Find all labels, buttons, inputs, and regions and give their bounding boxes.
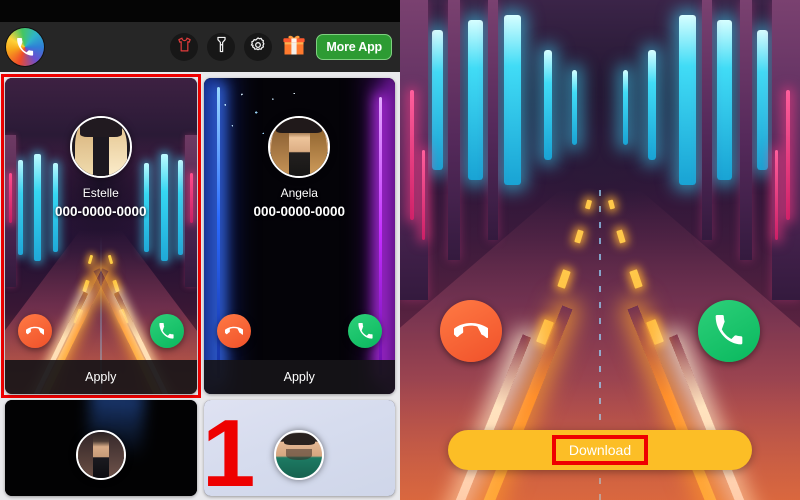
contact-name: Estelle bbox=[82, 186, 119, 200]
app-toolbar: More App bbox=[0, 22, 400, 72]
screenshot-root: More App Estelle 000-0000-0000 Apply Ang… bbox=[0, 0, 800, 500]
neon-tube bbox=[623, 70, 628, 145]
corridor-pillar bbox=[740, 0, 752, 260]
avatar bbox=[75, 430, 126, 480]
theme-card-angela[interactable]: Angela 000-0000-0000 Apply bbox=[203, 78, 395, 394]
pink-led bbox=[410, 90, 414, 220]
status-bar bbox=[0, 0, 400, 22]
decline-call-button[interactable] bbox=[18, 314, 52, 348]
pink-led bbox=[775, 150, 778, 240]
tshirt-button[interactable] bbox=[170, 33, 199, 61]
neon-tube bbox=[432, 30, 443, 170]
neon-tube bbox=[544, 50, 552, 160]
avatar-portrait bbox=[77, 432, 124, 478]
avatar bbox=[268, 116, 331, 178]
phone-answer-icon bbox=[159, 322, 174, 339]
neon-tube bbox=[757, 30, 768, 170]
avatar bbox=[274, 430, 325, 480]
theme-card-body[interactable] bbox=[5, 400, 197, 496]
corridor-pillar bbox=[702, 0, 712, 240]
contact-number: 000-0000-0000 bbox=[253, 204, 346, 219]
phone-hangup-icon bbox=[26, 326, 44, 335]
gift-icon bbox=[282, 33, 306, 62]
contact-name: Angela bbox=[280, 186, 318, 200]
corridor-preview-artwork bbox=[400, 0, 800, 500]
avatar-portrait bbox=[71, 118, 130, 176]
floor-glow bbox=[400, 350, 800, 500]
avatar bbox=[69, 116, 132, 178]
tshirt-icon bbox=[176, 36, 193, 58]
neon-tube bbox=[468, 20, 483, 180]
accept-call-button[interactable] bbox=[348, 314, 382, 348]
theme-card-body[interactable]: Angela 000-0000-0000 Apply bbox=[203, 78, 395, 394]
step-1-annotation: 1 bbox=[202, 400, 256, 500]
corridor-pillar bbox=[488, 0, 498, 240]
decline-call-button[interactable] bbox=[440, 300, 502, 362]
phone-hangup-icon bbox=[454, 323, 488, 339]
apply-button[interactable]: Apply bbox=[5, 360, 197, 394]
phone-answer-icon bbox=[357, 322, 373, 339]
avatar-portrait bbox=[270, 118, 329, 176]
download-highlight-box bbox=[552, 435, 648, 465]
theme-preview-panel: Download 2 bbox=[400, 0, 800, 500]
avatar-portrait bbox=[276, 432, 323, 478]
phone-answer-icon bbox=[715, 315, 743, 345]
theme-card-estelle[interactable]: Estelle 000-0000-0000 Apply bbox=[1, 74, 201, 398]
flashlight-button[interactable] bbox=[207, 33, 236, 61]
neon-tube bbox=[572, 70, 577, 145]
app-gallery-panel: More App Estelle 000-0000-0000 Apply Ang… bbox=[0, 0, 400, 500]
toolbar-icon-group: More App bbox=[170, 33, 392, 61]
pink-led bbox=[786, 90, 790, 220]
gear-icon bbox=[249, 36, 267, 59]
logo-handset-glyph bbox=[6, 28, 44, 66]
accept-call-button[interactable] bbox=[698, 300, 760, 362]
apply-button[interactable]: Apply bbox=[203, 360, 395, 394]
neon-tube bbox=[648, 50, 656, 160]
decline-call-button[interactable] bbox=[216, 314, 251, 348]
phone-hangup-icon bbox=[224, 326, 243, 335]
corridor-pillar bbox=[448, 0, 460, 260]
more-app-button[interactable]: More App bbox=[316, 34, 392, 60]
pink-led bbox=[422, 150, 425, 240]
theme-grid: Estelle 000-0000-0000 Apply Angela 000-0… bbox=[0, 72, 400, 496]
flashlight-icon bbox=[213, 36, 230, 58]
neon-tube bbox=[679, 15, 696, 185]
gift-button[interactable] bbox=[281, 34, 307, 60]
theme-card-body[interactable]: Estelle 000-0000-0000 Apply bbox=[5, 78, 197, 394]
theme-card-dark-stage[interactable] bbox=[5, 400, 197, 496]
neon-tube bbox=[717, 20, 732, 180]
contact-number: 000-0000-0000 bbox=[54, 204, 147, 219]
phone-swirl-logo-icon bbox=[6, 28, 44, 66]
accept-call-button[interactable] bbox=[149, 314, 184, 348]
neon-tube bbox=[504, 15, 521, 185]
download-button[interactable]: Download bbox=[448, 430, 752, 470]
settings-button[interactable] bbox=[244, 33, 273, 61]
